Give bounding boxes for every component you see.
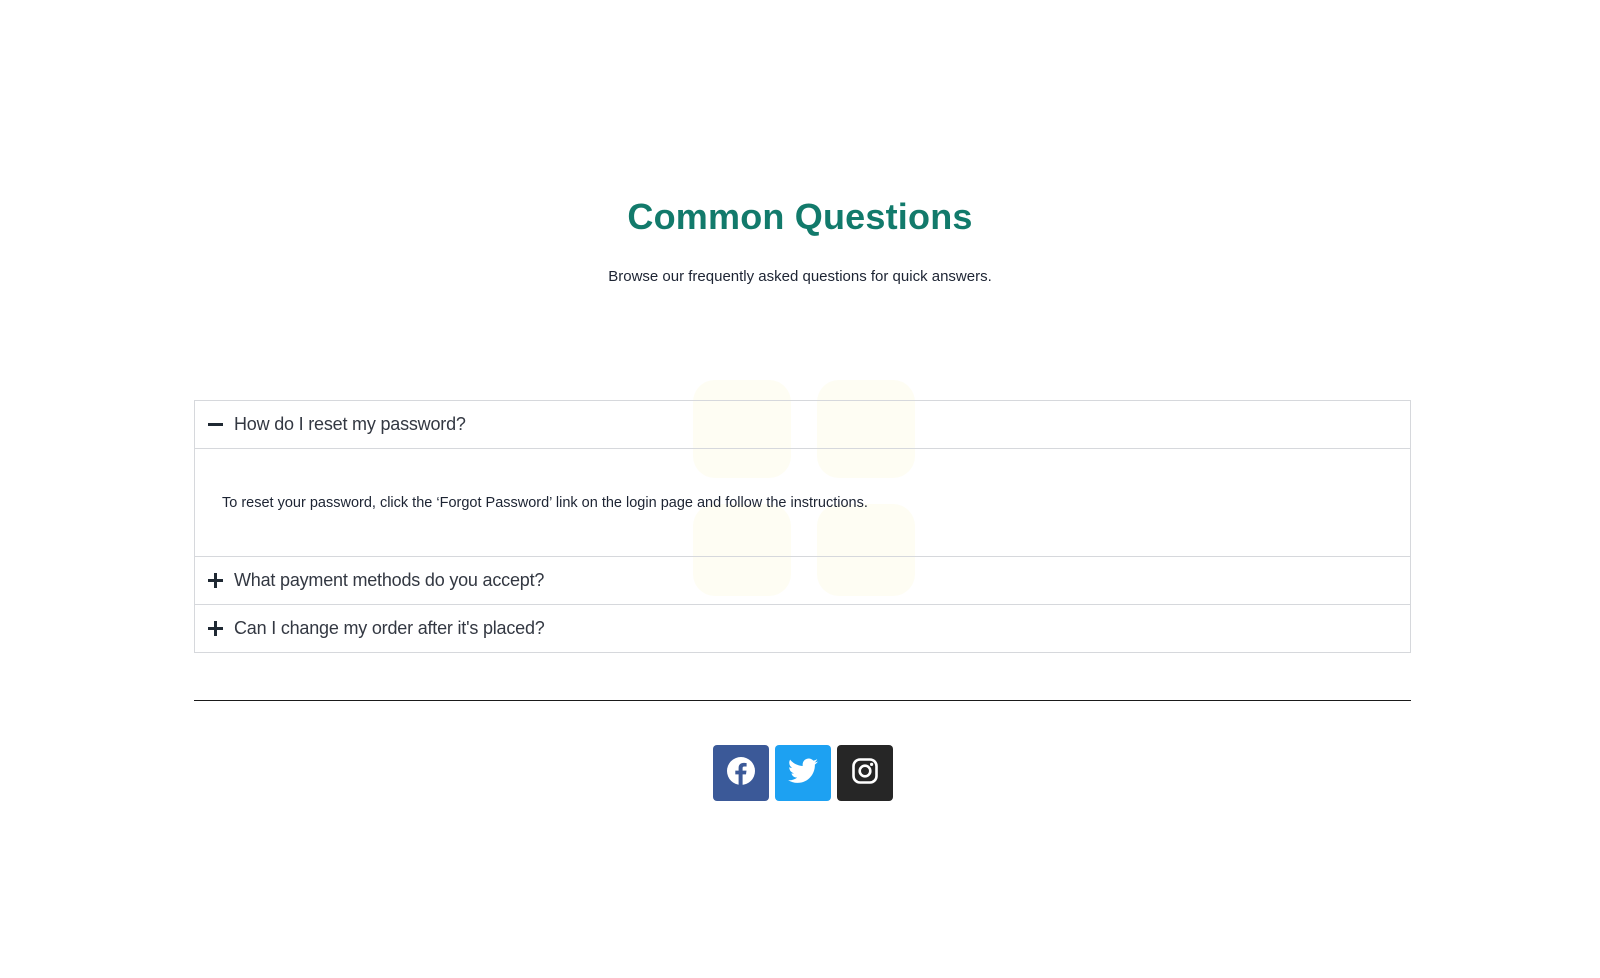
minus-icon: [207, 417, 223, 433]
instagram-button[interactable]: [837, 745, 893, 801]
faq-item: How do I reset my password? To reset you…: [194, 400, 1411, 557]
twitter-icon: [788, 758, 818, 789]
faq-question-toggle[interactable]: What payment methods do you accept?: [195, 557, 1410, 604]
facebook-button[interactable]: [713, 745, 769, 801]
faq-title: Common Questions: [627, 196, 973, 237]
faq-question-toggle[interactable]: Can I change my order after it's placed?: [195, 605, 1410, 652]
facebook-icon: [726, 756, 756, 791]
plus-icon: [207, 573, 223, 589]
footer-divider: [194, 700, 1411, 701]
plus-icon: [207, 621, 223, 637]
faq-item: What payment methods do you accept?: [194, 556, 1411, 605]
twitter-button[interactable]: [775, 745, 831, 801]
faq-question: Can I change my order after it's placed?: [234, 618, 545, 638]
faq-item: Can I change my order after it's placed?: [194, 604, 1411, 653]
page: Common Questions Browse our frequently a…: [0, 0, 1600, 978]
faq-question-toggle[interactable]: How do I reset my password?: [195, 401, 1410, 448]
faq-question: What payment methods do you accept?: [234, 570, 545, 590]
faq-question: How do I reset my password?: [234, 414, 466, 434]
faq-answer: To reset your password, click the ‘Forgo…: [222, 494, 868, 511]
faq-subtitle: Browse our frequently asked questions fo…: [608, 268, 992, 285]
faq-answer-panel: To reset your password, click the ‘Forgo…: [195, 448, 1410, 556]
instagram-icon: [852, 757, 878, 789]
social-links: [713, 745, 893, 801]
faq-accordion: How do I reset my password? To reset you…: [194, 400, 1411, 653]
